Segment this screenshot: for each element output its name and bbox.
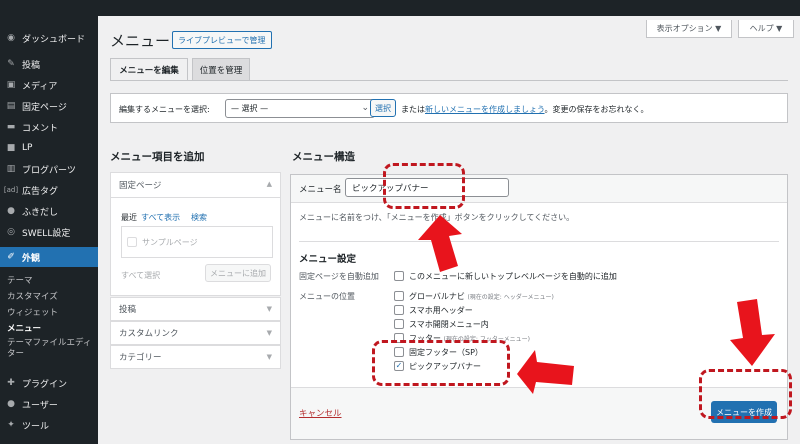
page-list: サンプルページ: [121, 226, 273, 258]
menu-settings-heading: メニュー設定: [299, 254, 357, 265]
select-bar-text: または新しいメニューを作成しましょう。変更の保存をお忘れなく。: [401, 105, 649, 114]
swell-icon: ◎: [7, 227, 15, 237]
select-all-label[interactable]: すべて選択: [121, 270, 160, 281]
menu-select[interactable]: — 選択 — ⌄: [225, 99, 375, 118]
sidebar-item-ad-tag[interactable]: [ad] 広告タグ: [0, 180, 98, 200]
blog-parts-icon: ▥: [6, 164, 16, 174]
auto-add-checkbox[interactable]: [394, 271, 404, 281]
user-icon: ●: [7, 399, 15, 409]
sidebar-item-swell[interactable]: ◎ SWELL設定: [0, 222, 98, 242]
sidebar-item-blog-parts[interactable]: ▥ ブログパーツ: [0, 159, 98, 179]
auto-add-text: このメニューに新しいトップレベルページを自動的に追加: [409, 272, 617, 281]
comment-icon: ▬: [6, 122, 16, 132]
select-menu-label: 編集するメニューを選択:: [119, 105, 210, 114]
location-checkbox-sp-header[interactable]: [394, 305, 404, 315]
accordion-fixed-page[interactable]: 固定ページ ▲: [110, 172, 281, 198]
inner-tab-all[interactable]: すべて表示: [141, 212, 180, 223]
sidebar-item-plugins[interactable]: ✚ プラグイン: [0, 373, 98, 393]
select-button[interactable]: 選択: [370, 99, 396, 117]
lp-icon: ■: [6, 143, 16, 153]
admin-sidebar: ◉ ダッシュボード ✎ 投稿 ▣ メディア ▤ 固定ページ ▬ コメント ■ LP ▥ ブログ…: [0, 16, 98, 444]
page-title: メニュー: [110, 32, 171, 50]
submenu-theme[interactable]: テーマ: [7, 274, 33, 286]
accordion-posts[interactable]: 投稿 ▼: [110, 297, 281, 321]
sidebar-item-tools[interactable]: ✦ ツール: [0, 415, 98, 435]
location-checkbox-global-nav[interactable]: [394, 291, 404, 301]
appearance-icon: ✐: [7, 252, 15, 262]
dashboard-icon: ◉: [7, 33, 15, 43]
tab-divider: [110, 80, 788, 81]
cancel-link[interactable]: キャンセル: [299, 407, 342, 419]
menu-name-label: メニュー名: [299, 185, 342, 195]
accordion-custom-link[interactable]: カスタムリンク ▼: [110, 321, 281, 345]
sidebar-item-appearance[interactable]: ✐ 外観: [0, 247, 98, 267]
location-label-sp-header: スマホ用ヘッダー: [409, 306, 473, 315]
admin-bar: [0, 0, 800, 16]
sidebar-item-users[interactable]: ● ユーザー: [0, 394, 98, 414]
sidebar-item-balloon[interactable]: ● ふきだし: [0, 201, 98, 221]
sidebar-item-comments[interactable]: ▬ コメント: [0, 117, 98, 137]
tool-icon: ✦: [7, 420, 15, 430]
annotation-highlight-location: [372, 340, 510, 386]
annotation-highlight-create-button: [699, 369, 792, 419]
menu-location-label: メニューの位置: [299, 292, 355, 301]
add-to-menu-button[interactable]: メニューに追加: [205, 264, 271, 282]
location-label-sp-menu: スマホ開閉メニュー内: [409, 320, 489, 329]
chevron-down-icon: ▼: [266, 353, 272, 361]
auto-add-label: 固定ページを自動追加: [299, 272, 379, 281]
menu-select-bar: 編集するメニューを選択: — 選択 — ⌄ 選択 または新しいメニューを作成しま…: [110, 93, 788, 123]
sidebar-item-lp[interactable]: ■ LP: [0, 138, 98, 158]
chevron-down-icon: ▼: [266, 329, 272, 337]
menu-structure-heading: メニュー構造: [292, 151, 355, 163]
location-label-global-nav: グローバルナビ (現在の設定: ヘッダーメニュー): [409, 292, 554, 301]
sample-page-checkbox[interactable]: [127, 237, 137, 247]
sidebar-item-posts[interactable]: ✎ 投稿: [0, 54, 98, 74]
submenu-theme-editor[interactable]: テーマファイルエディター: [7, 338, 95, 360]
page-icon: ▤: [6, 101, 16, 111]
submenu-customize[interactable]: カスタマイズ: [7, 290, 58, 302]
fixed-page-panel: 最近 すべて表示 検索 サンプルページ すべて選択 メニューに追加: [110, 198, 281, 296]
plugin-icon: ✚: [7, 378, 15, 388]
add-items-heading: メニュー項目を追加: [110, 151, 205, 163]
help-button[interactable]: ヘルプ ▼: [738, 20, 794, 38]
sidebar-item-pages[interactable]: ▤ 固定ページ: [0, 96, 98, 116]
media-icon: ▣: [6, 80, 16, 90]
submenu-menu[interactable]: メニュー: [7, 322, 41, 334]
chevron-down-icon: ▼: [266, 305, 272, 313]
sample-page-label: サンプルページ: [142, 238, 198, 247]
accordion-category[interactable]: カテゴリー ▼: [110, 345, 281, 369]
screen-options-button[interactable]: 表示オプション ▼: [646, 20, 732, 38]
balloon-icon: ●: [7, 206, 15, 216]
annotation-highlight-menu-name: [383, 163, 465, 209]
chevron-down-icon: ⌄: [361, 103, 369, 113]
tab-edit-menu[interactable]: メニューを編集: [110, 58, 188, 81]
pin-icon: ✎: [7, 59, 15, 69]
tab-manage-locations[interactable]: 位置を管理: [192, 58, 250, 80]
chevron-up-icon: ▲: [266, 180, 272, 188]
location-checkbox-sp-menu[interactable]: [394, 319, 404, 329]
sidebar-item-dashboard[interactable]: ◉ ダッシュボード: [0, 28, 98, 48]
instruction-text: メニューに名前をつけ、「メニューを作成」ボタンをクリックしてください。: [299, 213, 575, 222]
sidebar-item-media[interactable]: ▣ メディア: [0, 75, 98, 95]
ad-icon: [ad]: [3, 186, 19, 194]
live-preview-button[interactable]: ライブプレビューで管理: [172, 31, 272, 49]
inner-tab-search[interactable]: 検索: [191, 212, 207, 223]
create-new-menu-link[interactable]: 新しいメニューを作成しましょう: [425, 105, 545, 114]
submenu-widget[interactable]: ウィジェット: [7, 306, 58, 318]
inner-tab-recent[interactable]: 最近: [121, 212, 137, 223]
divider: [299, 241, 779, 242]
